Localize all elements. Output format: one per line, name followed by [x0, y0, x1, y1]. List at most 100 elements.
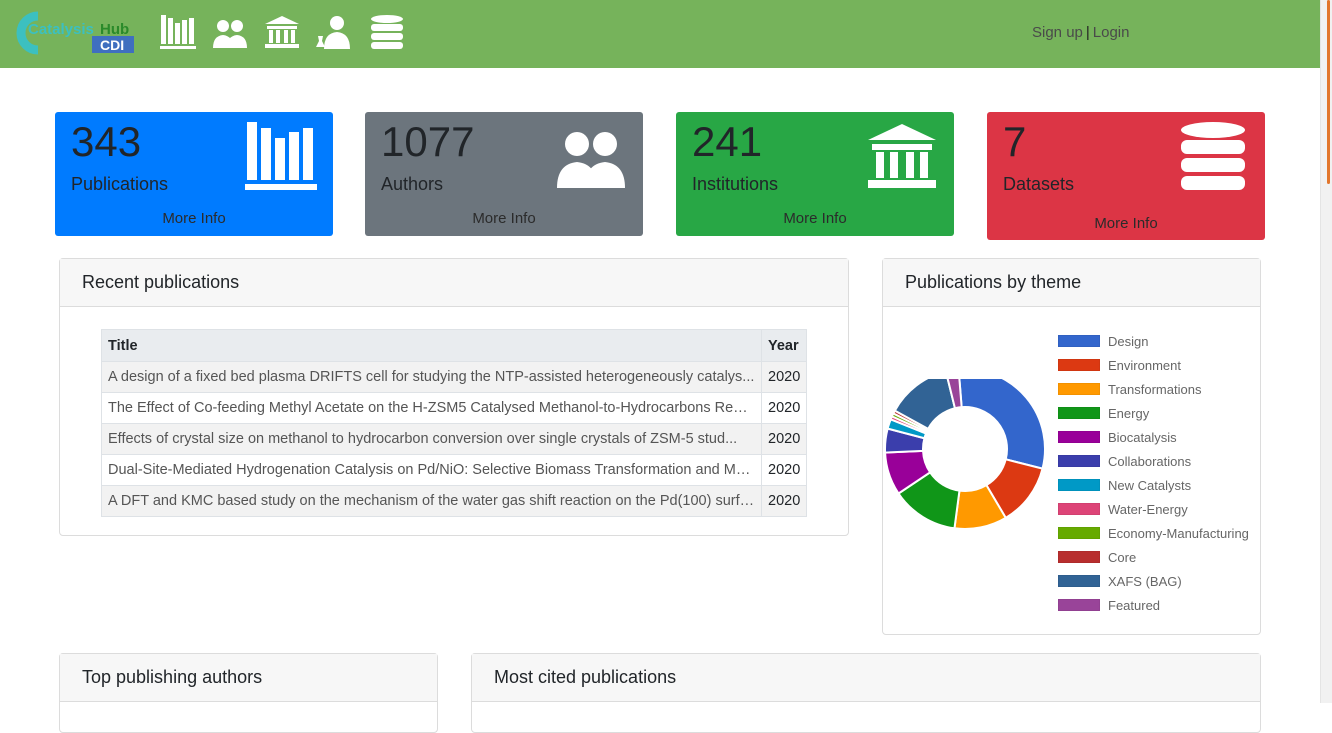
legend-label: Water-Energy	[1108, 501, 1188, 517]
books-icon	[245, 120, 317, 192]
more-info-link[interactable]: More Info	[365, 210, 643, 227]
legend-label: Collaborations	[1108, 453, 1192, 469]
legend-item-featured[interactable]: Featured	[1058, 593, 1249, 617]
chart-legend: Design Environment Transformations Energy Bi…	[1058, 329, 1249, 617]
top-navbar: Catalysis Hub CDI Sign up | Login	[0, 0, 1320, 68]
scrollbar-thumb[interactable]	[1327, 0, 1330, 184]
more-info-link[interactable]: More Info	[987, 215, 1265, 232]
database-icon[interactable]	[369, 14, 405, 50]
publication-title[interactable]: Dual-Site-Mediated Hydrogenation Catalys…	[101, 454, 762, 486]
publication-title[interactable]: A design of a fixed bed plasma DRIFTS ce…	[101, 361, 762, 393]
column-header-title[interactable]: Title	[101, 329, 762, 362]
publication-title[interactable]: A DFT and KMC based study on the mechani…	[101, 485, 762, 517]
recent-publications-table: Title Year A design of a fixed bed plasm…	[101, 329, 808, 517]
theme-donut-chart[interactable]	[883, 379, 1053, 569]
publication-year: 2020	[760, 485, 808, 517]
auth-separator: |	[1085, 24, 1090, 41]
table-row[interactable]: Dual-Site-Mediated Hydrogenation Catalys…	[101, 454, 808, 486]
legend-label: Transformations	[1108, 381, 1202, 397]
publication-year: 2020	[760, 392, 808, 424]
publication-year: 2020	[760, 423, 808, 455]
table-row[interactable]: A design of a fixed bed plasma DRIFTS ce…	[101, 361, 808, 393]
most-cited-publications-card: Most cited publications	[471, 653, 1261, 733]
legend-swatch	[1058, 407, 1100, 419]
publication-year: 2020	[760, 454, 808, 486]
stat-box-authors: 1077 Authors More Info	[365, 112, 643, 236]
legend-swatch	[1058, 599, 1100, 611]
scientist-icon[interactable]	[316, 14, 352, 50]
legend-label: Featured	[1108, 597, 1161, 613]
legend-item-energy[interactable]: Energy	[1058, 401, 1249, 425]
legend-item-collaborations[interactable]: Collaborations	[1058, 449, 1249, 473]
card-title: Most cited publications	[472, 654, 1260, 702]
legend-item-xafs-bag-[interactable]: XAFS (BAG)	[1058, 569, 1249, 593]
stat-label: Authors	[381, 174, 444, 194]
legend-item-water-energy[interactable]: Water-Energy	[1058, 497, 1249, 521]
institution-icon[interactable]	[264, 14, 300, 50]
card-title: Top publishing authors	[60, 654, 437, 702]
login-link[interactable]: Login	[1093, 24, 1130, 41]
legend-swatch	[1058, 479, 1100, 491]
table-row[interactable]: Effects of crystal size on methanol to h…	[101, 423, 808, 455]
signup-link[interactable]: Sign up	[1032, 24, 1083, 41]
svg-text:Catalysis: Catalysis	[28, 21, 94, 38]
table-row[interactable]: A DFT and KMC based study on the mechani…	[101, 485, 808, 517]
legend-label: Biocatalysis	[1108, 429, 1177, 445]
legend-item-design[interactable]: Design	[1058, 329, 1249, 353]
authors-icon	[555, 120, 627, 192]
legend-swatch	[1058, 551, 1100, 563]
stat-box-datasets: 7 Datasets More Info	[987, 112, 1265, 240]
donut-slice-design[interactable]	[958, 379, 1046, 470]
stat-value: 7	[1003, 118, 1027, 165]
more-info-link[interactable]: More Info	[676, 210, 954, 227]
legend-swatch	[1058, 503, 1100, 515]
legend-label: Energy	[1108, 405, 1150, 421]
legend-label: New Catalysts	[1108, 477, 1192, 493]
svg-text:CDI: CDI	[100, 37, 124, 53]
stat-value: 241	[692, 118, 763, 165]
legend-item-economy-manufacturing[interactable]: Economy-Manufacturing	[1058, 521, 1249, 545]
stat-box-publications: 343 Publications More Info	[55, 112, 333, 236]
card-title: Publications by theme	[883, 259, 1260, 307]
stat-label: Publications	[71, 174, 169, 194]
legend-item-new-catalysts[interactable]: New Catalysts	[1058, 473, 1249, 497]
catalysis-hub-logo[interactable]: Catalysis Hub CDI	[14, 10, 138, 56]
legend-label: Core	[1108, 549, 1137, 565]
stat-box-institutions: 241 Institutions More Info	[676, 112, 954, 236]
legend-item-core[interactable]: Core	[1058, 545, 1249, 569]
svg-text:Hub: Hub	[100, 21, 129, 38]
legend-item-biocatalysis[interactable]: Biocatalysis	[1058, 425, 1249, 449]
books-icon[interactable]	[160, 14, 196, 50]
legend-swatch	[1058, 431, 1100, 443]
legend-item-environment[interactable]: Environment	[1058, 353, 1249, 377]
stat-value: 343	[71, 118, 142, 165]
publications-by-theme-card: Publications by theme Design Environment T…	[882, 258, 1261, 635]
legend-swatch	[1058, 455, 1100, 467]
legend-label: Design	[1108, 333, 1149, 349]
table-row[interactable]: The Effect of Co-feeding Methyl Acetate …	[101, 392, 808, 424]
stat-label: Datasets	[1003, 174, 1075, 194]
stat-label: Institutions	[692, 174, 779, 194]
legend-label: Environment	[1108, 357, 1181, 373]
legend-swatch	[1058, 383, 1100, 395]
database-icon	[1177, 120, 1249, 192]
publication-title[interactable]: Effects of crystal size on methanol to h…	[101, 423, 762, 455]
legend-item-transformations[interactable]: Transformations	[1058, 377, 1249, 401]
publication-year: 2020	[760, 361, 808, 393]
auth-links: Sign up | Login	[1032, 24, 1129, 41]
page-scrollbar[interactable]	[1320, 0, 1332, 703]
publication-title[interactable]: The Effect of Co-feeding Methyl Acetate …	[101, 392, 762, 424]
column-header-year[interactable]: Year	[760, 329, 808, 362]
legend-label: Economy-Manufacturing	[1108, 525, 1249, 541]
more-info-link[interactable]: More Info	[55, 210, 333, 227]
top-publishing-authors-card: Top publishing authors	[59, 653, 438, 733]
authors-icon[interactable]	[212, 14, 248, 50]
legend-swatch	[1058, 527, 1100, 539]
legend-swatch	[1058, 335, 1100, 347]
legend-swatch	[1058, 359, 1100, 371]
stat-value: 1077	[381, 118, 475, 165]
recent-publications-card: Recent publications Title Year A design …	[59, 258, 849, 536]
institution-icon	[866, 120, 938, 192]
card-title: Recent publications	[60, 259, 848, 307]
legend-swatch	[1058, 575, 1100, 587]
